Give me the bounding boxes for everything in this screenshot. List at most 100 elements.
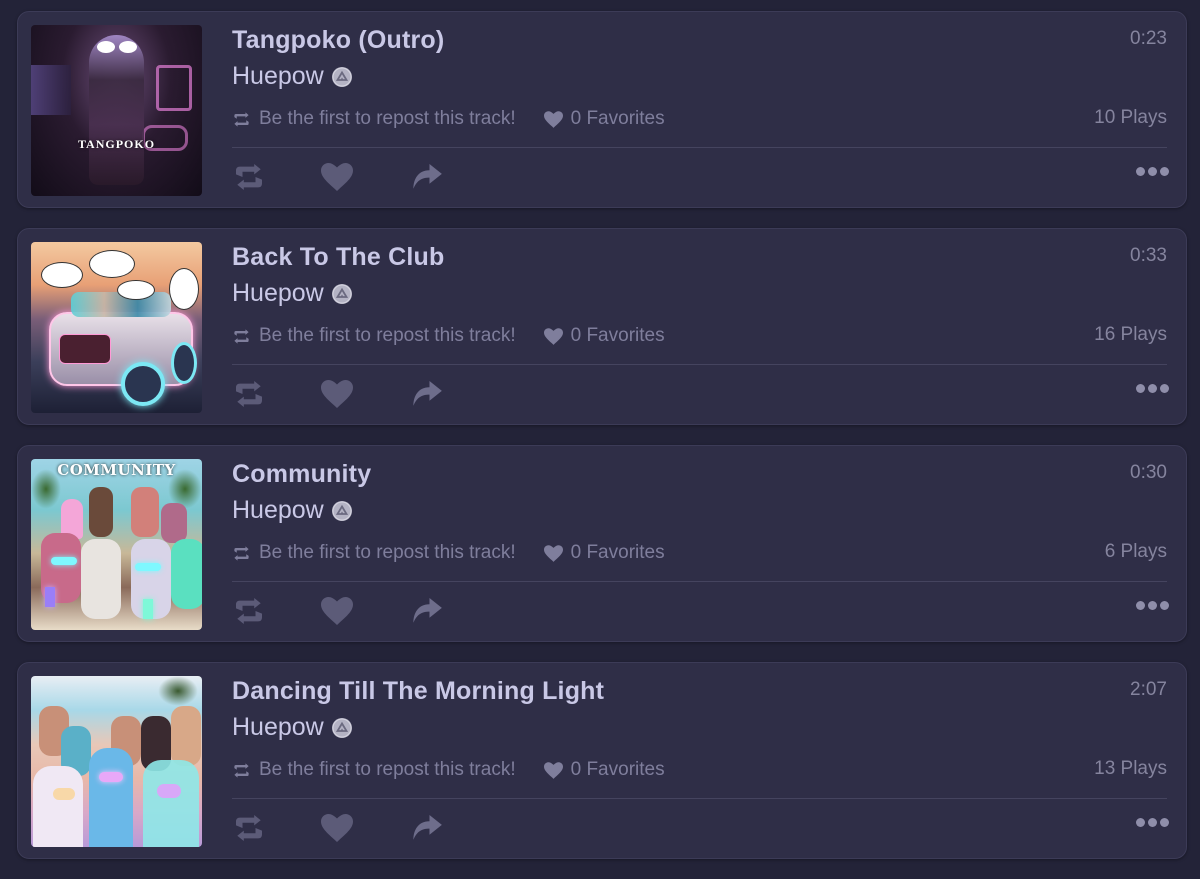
divider	[232, 581, 1167, 582]
share-icon	[413, 815, 442, 840]
artist-name[interactable]: Huepow	[232, 713, 324, 742]
more-options-button[interactable]	[1136, 818, 1169, 827]
track-card[interactable]: Tangpoko Tangpoko (Outro) Huepow 0:23 Be…	[17, 11, 1187, 208]
play-count: 10 Plays	[1094, 107, 1167, 128]
play-count: 16 Plays	[1094, 324, 1167, 345]
favorites-count[interactable]: 0 Favorites	[543, 542, 665, 564]
track-title[interactable]: Dancing Till The Morning Light	[232, 677, 604, 706]
artwork-label: Community	[57, 461, 176, 479]
favorites-label: 0 Favorites	[570, 325, 665, 346]
share-icon	[413, 598, 442, 623]
track-title[interactable]: Back To The Club	[232, 243, 444, 272]
track-meta: Be the first to repost this track! 0 Fav…	[232, 325, 665, 347]
favorite-button[interactable]	[320, 379, 354, 409]
track-duration: 0:33	[1130, 245, 1167, 266]
verified-badge-icon	[331, 717, 352, 738]
favorites-label: 0 Favorites	[570, 759, 665, 780]
more-dot	[1160, 384, 1169, 393]
artwork-label: Tangpoko	[77, 137, 156, 151]
more-dot	[1136, 384, 1145, 393]
track-artwork[interactable]	[31, 242, 202, 413]
repost-icon	[232, 545, 251, 561]
track-meta: Be the first to repost this track! 0 Fav…	[232, 108, 665, 130]
verified-badge-icon	[331, 283, 352, 304]
favorites-label: 0 Favorites	[570, 542, 665, 563]
play-count: 6 Plays	[1104, 541, 1167, 562]
favorite-button[interactable]	[320, 162, 354, 192]
repost-icon	[236, 815, 262, 841]
repost-button[interactable]	[232, 162, 266, 192]
divider	[232, 364, 1167, 365]
heart-icon	[543, 761, 563, 779]
track-actions	[232, 162, 444, 192]
track-title[interactable]: Tangpoko (Outro)	[232, 26, 444, 55]
repost-prompt[interactable]: Be the first to repost this track!	[259, 108, 516, 130]
verified-badge-icon	[331, 66, 352, 87]
track-artwork[interactable]	[31, 676, 202, 847]
repost-icon	[236, 381, 262, 407]
heart-icon	[543, 110, 563, 128]
repost-icon	[236, 598, 262, 624]
track-actions	[232, 596, 444, 626]
share-button[interactable]	[410, 596, 444, 626]
heart-icon	[321, 163, 353, 191]
track-actions	[232, 813, 444, 843]
artist-name[interactable]: Huepow	[232, 279, 324, 308]
more-dot	[1148, 167, 1157, 176]
more-options-button[interactable]	[1136, 384, 1169, 393]
track-card[interactable]: Back To The Club Huepow 0:33 Be the firs…	[17, 228, 1187, 425]
track-duration: 0:23	[1130, 28, 1167, 49]
share-button[interactable]	[410, 162, 444, 192]
more-dot	[1160, 601, 1169, 610]
track-actions	[232, 379, 444, 409]
more-dot	[1160, 818, 1169, 827]
favorites-count[interactable]: 0 Favorites	[543, 325, 665, 347]
track-duration: 2:07	[1130, 679, 1167, 700]
track-artist[interactable]: Huepow	[232, 279, 352, 308]
track-artist[interactable]: Huepow	[232, 713, 352, 742]
track-artist[interactable]: Huepow	[232, 62, 352, 91]
more-options-button[interactable]	[1136, 167, 1169, 176]
repost-button[interactable]	[232, 596, 266, 626]
artist-name[interactable]: Huepow	[232, 62, 324, 91]
share-button[interactable]	[410, 813, 444, 843]
repost-button[interactable]	[232, 813, 266, 843]
heart-icon	[543, 544, 563, 562]
heart-icon	[321, 380, 353, 408]
repost-icon	[232, 762, 251, 778]
track-artwork[interactable]: Community	[31, 459, 202, 630]
more-dot	[1148, 818, 1157, 827]
more-dot	[1136, 818, 1145, 827]
repost-prompt[interactable]: Be the first to repost this track!	[259, 542, 516, 564]
track-title[interactable]: Community	[232, 460, 371, 489]
track-meta: Be the first to repost this track! 0 Fav…	[232, 542, 665, 564]
artist-name[interactable]: Huepow	[232, 496, 324, 525]
heart-icon	[543, 327, 563, 345]
heart-icon	[321, 597, 353, 625]
favorites-count[interactable]: 0 Favorites	[543, 759, 665, 781]
repost-prompt[interactable]: Be the first to repost this track!	[259, 325, 516, 347]
share-icon	[413, 164, 442, 189]
favorite-button[interactable]	[320, 596, 354, 626]
play-count: 13 Plays	[1094, 758, 1167, 779]
track-card[interactable]: Dancing Till The Morning Light Huepow 2:…	[17, 662, 1187, 859]
repost-icon	[232, 328, 251, 344]
divider	[232, 147, 1167, 148]
more-dot	[1160, 167, 1169, 176]
more-dot	[1148, 601, 1157, 610]
repost-prompt[interactable]: Be the first to repost this track!	[259, 759, 516, 781]
track-list: Tangpoko Tangpoko (Outro) Huepow 0:23 Be…	[17, 11, 1187, 879]
share-icon	[413, 381, 442, 406]
track-duration: 0:30	[1130, 462, 1167, 483]
verified-badge-icon	[331, 500, 352, 521]
track-meta: Be the first to repost this track! 0 Fav…	[232, 759, 665, 781]
track-card[interactable]: Community Community Huepow 0:30 Be the f…	[17, 445, 1187, 642]
repost-icon	[232, 111, 251, 127]
more-options-button[interactable]	[1136, 601, 1169, 610]
track-artwork[interactable]: Tangpoko	[31, 25, 202, 196]
favorite-button[interactable]	[320, 813, 354, 843]
repost-button[interactable]	[232, 379, 266, 409]
favorites-count[interactable]: 0 Favorites	[543, 108, 665, 130]
share-button[interactable]	[410, 379, 444, 409]
track-artist[interactable]: Huepow	[232, 496, 352, 525]
